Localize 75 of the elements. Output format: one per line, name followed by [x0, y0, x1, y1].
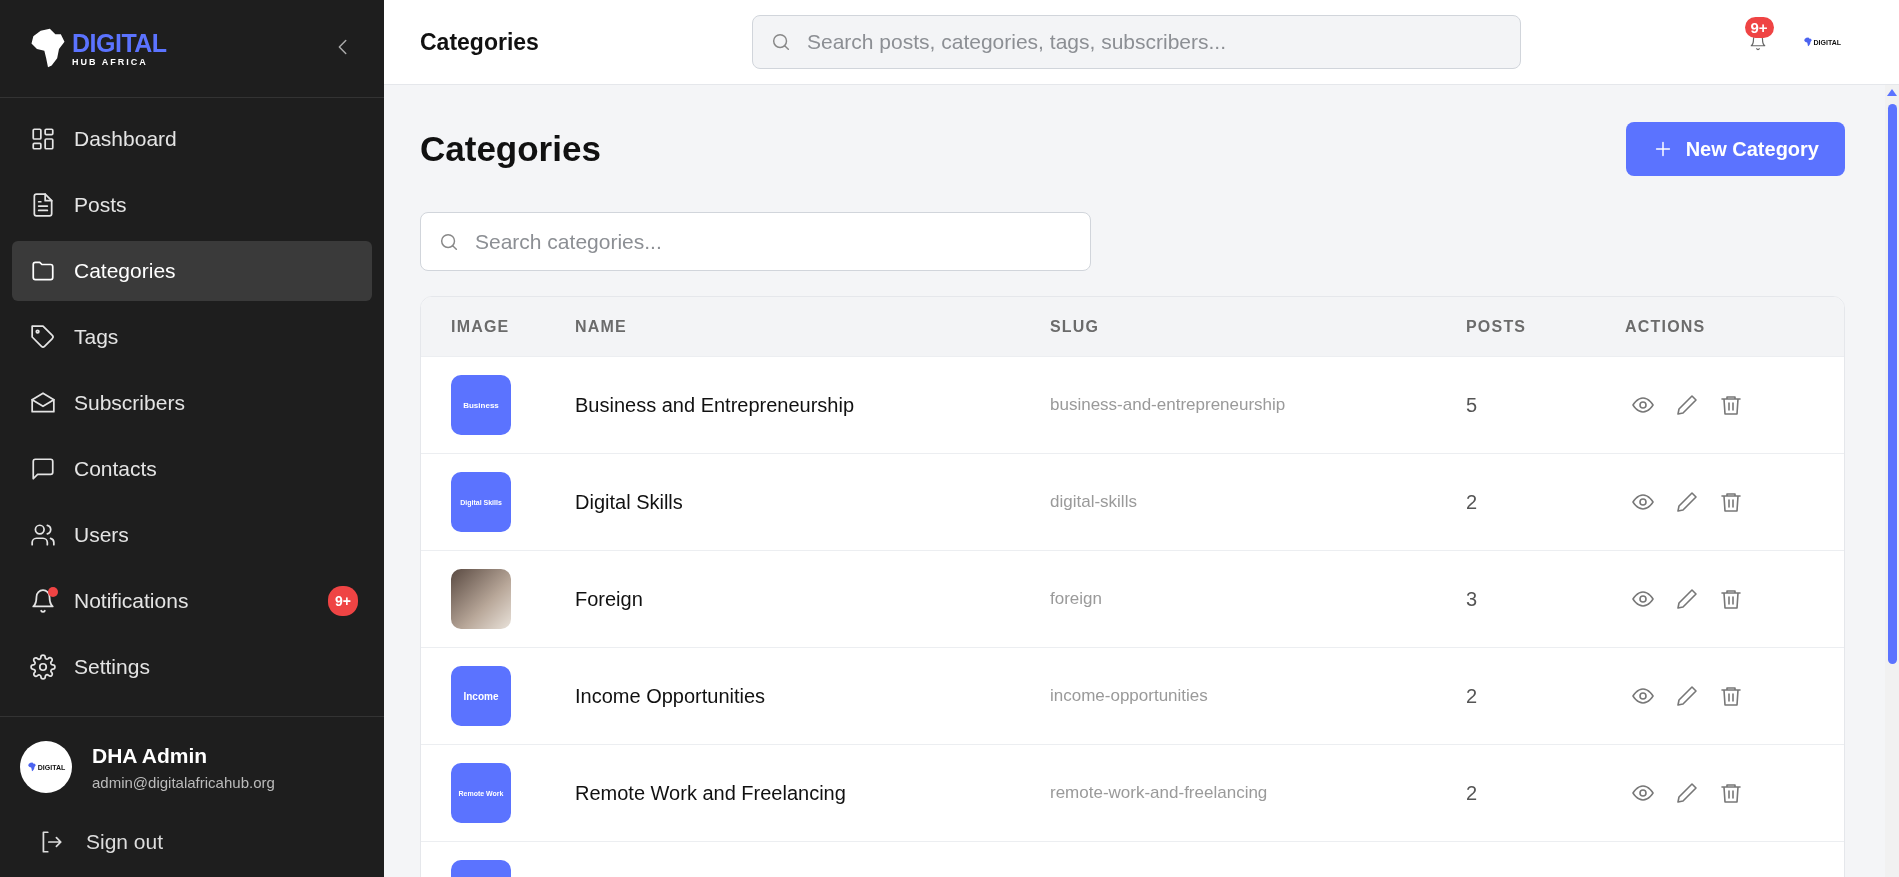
sidebar-item[interactable]: Posts: [12, 175, 372, 235]
trash-icon: [1719, 587, 1743, 611]
pencil-icon: [1675, 781, 1699, 805]
user-name: DHA Admin: [92, 743, 209, 768]
post-count: 5: [1466, 393, 1479, 417]
trash-icon: [1719, 781, 1743, 805]
edit-button[interactable]: [1675, 684, 1699, 708]
category-thumbnail: Business: [451, 375, 511, 435]
scroll-up-arrow-icon[interactable]: [1887, 89, 1897, 96]
tag-icon: [30, 324, 56, 350]
notification-count-badge: 9+: [328, 586, 358, 616]
gear-icon: [30, 654, 56, 680]
category-slug: foreign: [1050, 589, 1103, 609]
category-name: Remote Work and Freelancing: [575, 781, 847, 805]
sidebar-item[interactable]: Settings: [12, 637, 372, 697]
edit-button[interactable]: [1675, 587, 1699, 611]
scrollbar[interactable]: [1885, 85, 1899, 877]
column-header: ACTIONS: [1625, 317, 1707, 336]
sidebar-item[interactable]: Tags: [12, 307, 372, 367]
category-slug: digital-skills: [1050, 492, 1138, 512]
column-header: IMAGE: [451, 317, 511, 336]
column-header: SLUG: [1050, 317, 1101, 336]
category-name: Business and Entrepreneurship: [575, 393, 856, 417]
envelope-icon: [30, 390, 56, 416]
global-search-field[interactable]: Search posts, categories, tags, subscribers...: [752, 15, 1521, 69]
edit-button[interactable]: [1675, 490, 1699, 514]
page-header-title: Categories: [420, 28, 540, 56]
delete-button[interactable]: [1719, 393, 1743, 417]
document-icon: [30, 192, 56, 218]
category-search-field[interactable]: Search categories...: [420, 212, 1091, 271]
edit-button[interactable]: [1675, 781, 1699, 805]
category-slug: remote-work-and-freelancing: [1050, 783, 1269, 803]
sidebar-item[interactable]: Subscribers: [12, 373, 372, 433]
delete-button[interactable]: [1719, 587, 1743, 611]
sign-out-button[interactable]: Sign out: [0, 811, 384, 877]
logo-subtitle: HUB AFRICA: [72, 56, 149, 67]
sidebar-item[interactable]: Notifications 9+: [12, 571, 372, 631]
category-name: Digital Skills: [575, 490, 684, 514]
pencil-icon: [1675, 587, 1699, 611]
category-slug: business-and-entrepreneurship: [1050, 395, 1287, 415]
bell-icon: [30, 588, 56, 614]
trash-icon: [1719, 490, 1743, 514]
category-slug: income-opportunities: [1050, 686, 1209, 706]
sidebar-item[interactable]: Contacts: [12, 439, 372, 499]
dashboard-icon: [30, 126, 56, 152]
photo-placeholder: [451, 569, 511, 629]
folder-icon: [30, 258, 56, 284]
column-header: POSTS: [1466, 317, 1528, 336]
category-name: Foreign: [575, 587, 644, 611]
pencil-icon: [1675, 490, 1699, 514]
trash-icon: [1719, 684, 1743, 708]
post-count: 2: [1466, 781, 1479, 805]
new-category-button[interactable]: New Category: [1625, 122, 1845, 176]
user-email: admin@digitalafricahub.org: [92, 773, 275, 791]
sidebar-item[interactable]: Dashboard: [12, 109, 372, 169]
trash-icon: [1719, 393, 1743, 417]
logo-title: DIGITAL: [72, 30, 167, 56]
post-count: 2: [1466, 684, 1479, 708]
delete-button[interactable]: [1719, 490, 1743, 514]
category-name: Income Opportunities: [575, 684, 767, 708]
post-count: 3: [1466, 587, 1479, 611]
pencil-icon: [1675, 684, 1699, 708]
notification-count-badge: 9+: [1744, 17, 1774, 38]
post-count: 2: [1466, 490, 1479, 514]
column-header: NAME: [575, 317, 628, 336]
delete-button[interactable]: [1719, 781, 1743, 805]
category-thumbnail: Income: [451, 666, 511, 726]
edit-button[interactable]: [1675, 393, 1699, 417]
pencil-icon: [1675, 393, 1699, 417]
page-title: Categories: [420, 129, 601, 169]
sidebar-item[interactable]: Categories: [12, 241, 372, 301]
users-icon: [30, 522, 56, 548]
sidebar-item[interactable]: Users: [12, 505, 372, 565]
chat-icon: [30, 456, 56, 482]
delete-button[interactable]: [1719, 684, 1743, 708]
